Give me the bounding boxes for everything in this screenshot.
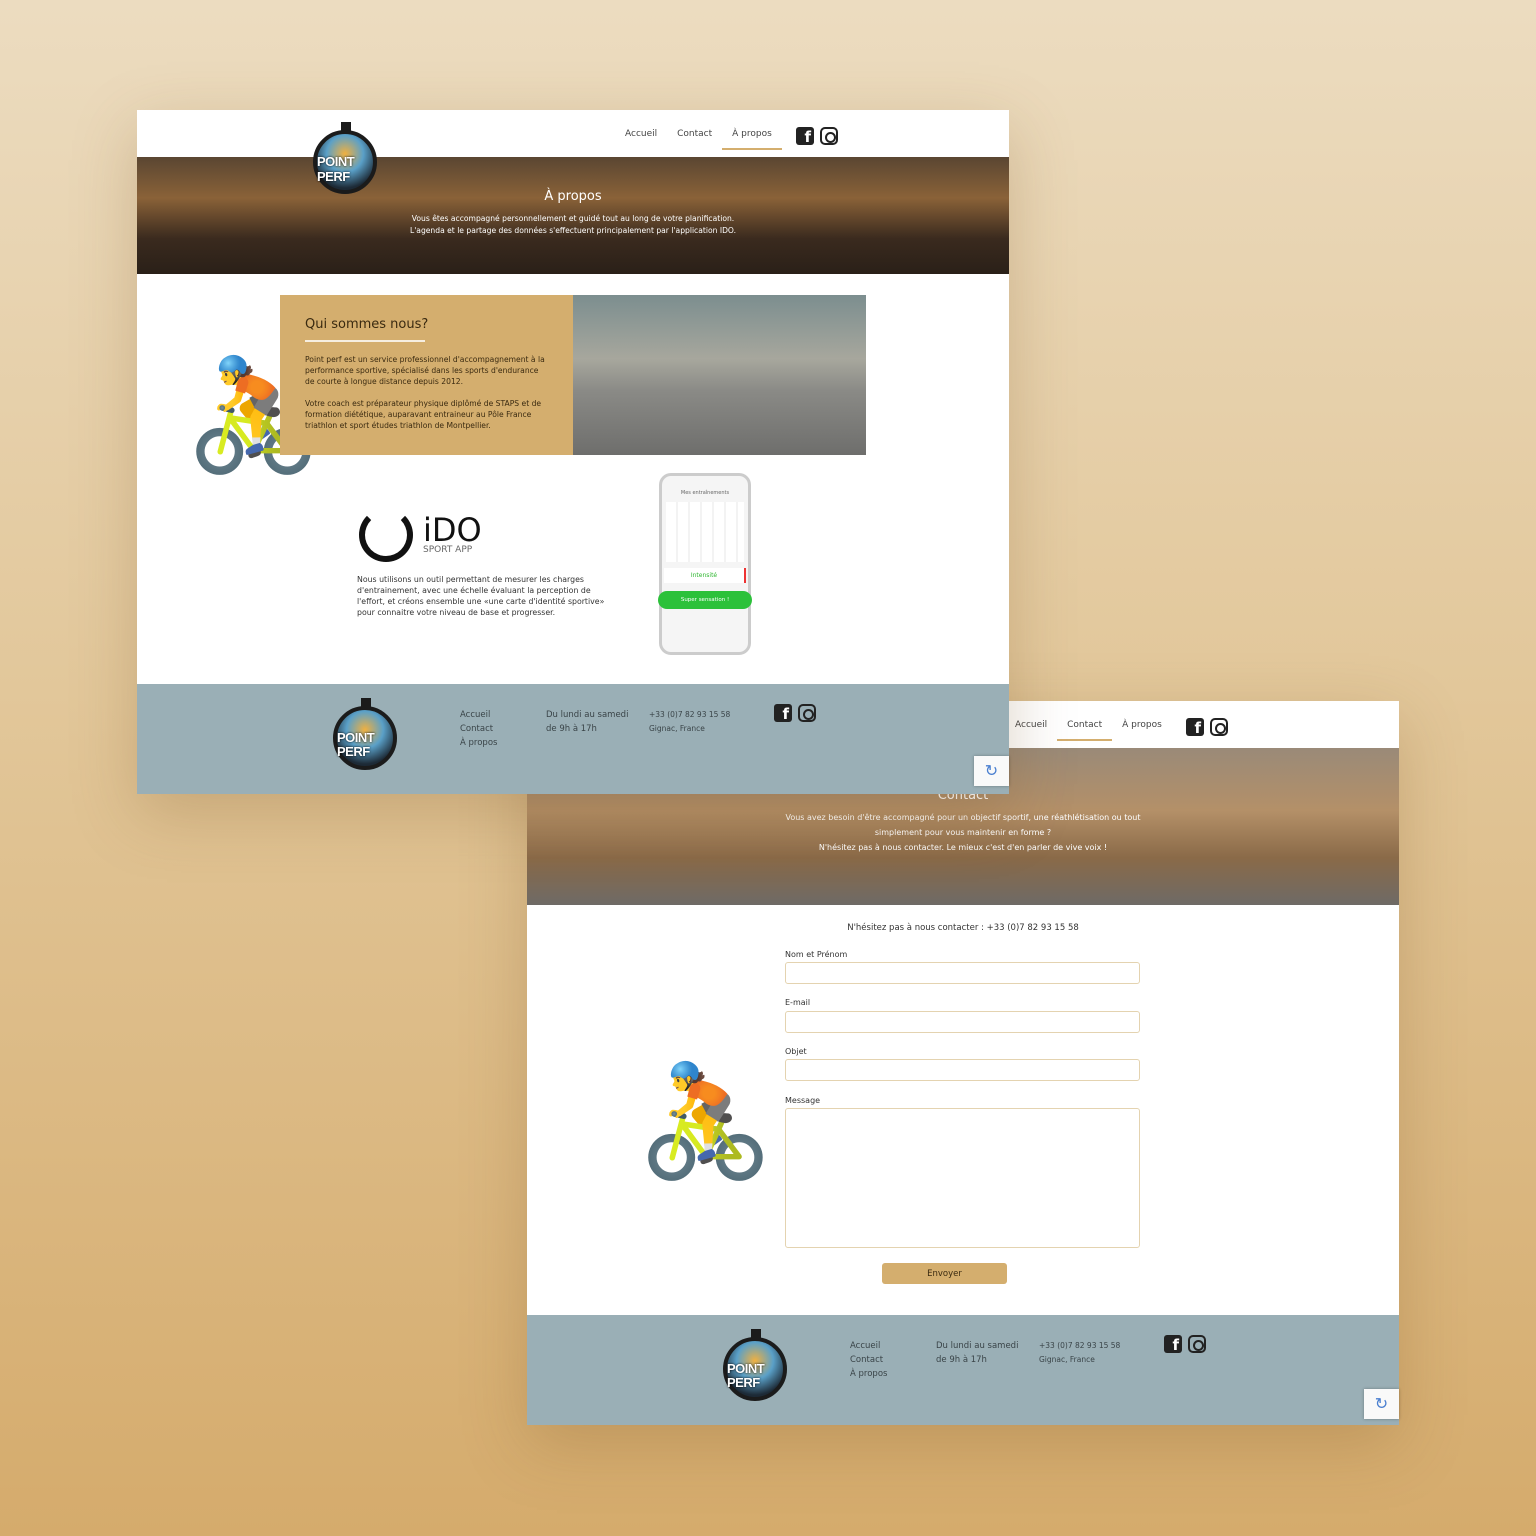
footer-phone: +33 (0)7 82 93 15 58: [649, 710, 731, 719]
email-label: E-mail: [785, 998, 811, 1007]
message-textarea[interactable]: [785, 1108, 1140, 1248]
nav-contact[interactable]: Contact: [667, 121, 722, 147]
footer-location: Gignac, France: [1039, 1355, 1095, 1364]
footer-hours: Du lundi au samedi: [936, 1341, 1019, 1351]
footer-link[interactable]: À propos: [850, 1367, 887, 1381]
nav-apropos[interactable]: À propos: [1112, 712, 1172, 738]
submit-button[interactable]: Envoyer: [882, 1263, 1007, 1284]
recaptcha-badge[interactable]: ↻: [974, 756, 1009, 786]
footer-hours: de 9h à 17h: [936, 1355, 987, 1365]
contact-page-screenshot: Contact Vous avez besoin d'être accompag…: [527, 701, 1399, 1425]
footer-logo: POINT PERF: [723, 1329, 787, 1401]
cyclists-photo: [573, 295, 866, 455]
hero-line: Vous êtes accompagné personnellement et …: [411, 214, 735, 223]
subject-label: Objet: [785, 1047, 807, 1056]
facebook-icon[interactable]: f: [1164, 1335, 1182, 1353]
about-page-screenshot: À propos Vous êtes accompagné personnell…: [137, 110, 1009, 794]
footer-logo: POINT PERF: [333, 698, 397, 770]
ido-power-icon: [359, 508, 413, 562]
instagram-icon[interactable]: [1210, 718, 1228, 736]
footer: POINT PERF Accueil Contact À propos Du lun…: [527, 1315, 1399, 1425]
footer-link[interactable]: Accueil: [460, 708, 497, 722]
contact-intro: N'hésitez pas à nous contacter : +33 (0)…: [847, 923, 1079, 933]
footer-hours: Du lundi au samedi: [546, 710, 629, 720]
instagram-icon[interactable]: [820, 127, 838, 145]
header: Accueil Contact À propos f: [137, 110, 1009, 157]
name-input[interactable]: [785, 962, 1140, 984]
footer-link[interactable]: Contact: [460, 722, 497, 736]
instagram-icon[interactable]: [1188, 1335, 1206, 1353]
hero-title: À propos: [544, 189, 602, 204]
hero-line: Vous avez besoin d'être accompagné pour …: [785, 813, 1141, 822]
ido-logo: iDO SPORT APP: [359, 508, 482, 562]
card-paragraph: Point perf est un service professionnel …: [305, 355, 545, 386]
footer: POINT PERF Accueil Contact À propos Du lun…: [137, 684, 1009, 794]
name-label: Nom et Prénom: [785, 950, 848, 959]
footer-link[interactable]: À propos: [460, 736, 497, 750]
hero-line: simplement pour vous maintenir en forme …: [874, 828, 1052, 837]
card-paragraph: Votre coach est préparateur physique dip…: [305, 399, 542, 430]
facebook-icon[interactable]: f: [1186, 718, 1204, 736]
footer-hours: de 9h à 17h: [546, 724, 597, 734]
footer-link[interactable]: Accueil: [850, 1339, 887, 1353]
facebook-icon[interactable]: f: [796, 127, 814, 145]
nav-apropos[interactable]: À propos: [722, 121, 782, 150]
footer-location: Gignac, France: [649, 724, 705, 733]
ido-text: Nous utilisons un outil permettant de me…: [357, 575, 605, 617]
facebook-icon[interactable]: f: [774, 704, 792, 722]
about-card: Qui sommes nous? Point perf est un servi…: [280, 295, 573, 455]
subject-input[interactable]: [785, 1059, 1140, 1081]
nav-accueil[interactable]: Accueil: [1005, 712, 1057, 738]
hero-line: L'agenda et le partage des données s'eff…: [409, 226, 737, 235]
nav-contact[interactable]: Contact: [1057, 712, 1113, 741]
about-hero: À propos Vous êtes accompagné personnell…: [137, 157, 1009, 274]
recaptcha-badge[interactable]: ↻: [1364, 1389, 1399, 1419]
nav-accueil[interactable]: Accueil: [615, 121, 667, 147]
app-phone-mockup: Mes entraînements Intensité Super sensat…: [658, 473, 752, 655]
logo[interactable]: POINT PERF: [313, 122, 377, 194]
email-input[interactable]: [785, 1011, 1140, 1033]
card-title: Qui sommes nous?: [305, 317, 429, 332]
footer-phone: +33 (0)7 82 93 15 58: [1039, 1341, 1121, 1350]
cyclist-watermark-icon: 🚴: [637, 1057, 774, 1185]
footer-link[interactable]: Contact: [850, 1353, 887, 1367]
instagram-icon[interactable]: [798, 704, 816, 722]
message-label: Message: [785, 1096, 821, 1105]
hero-line: N'hésitez pas à nous contacter. Le mieux…: [818, 843, 1108, 852]
